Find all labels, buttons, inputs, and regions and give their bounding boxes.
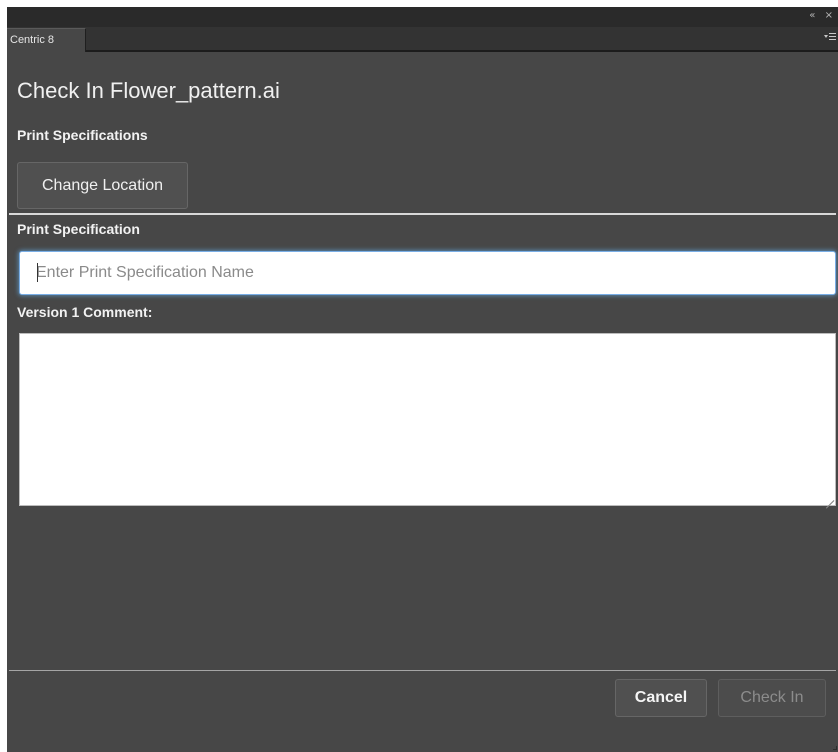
panel-flyout-menu-icon[interactable]	[824, 30, 836, 44]
chevron-down-icon	[824, 35, 828, 38]
menu-line	[829, 33, 836, 34]
panel-window-controls: « ×	[809, 10, 836, 22]
text-cursor	[37, 263, 38, 282]
cancel-button[interactable]: Cancel	[615, 679, 707, 717]
check-in-form: Check In Flower_pattern.ai Print Specifi…	[7, 52, 838, 752]
menu-line	[829, 39, 836, 40]
centric8-panel: « × Centric 8 Check In Flower_pattern.ai…	[7, 7, 838, 752]
section-divider	[9, 213, 836, 215]
change-location-button[interactable]: Change Location	[17, 162, 188, 209]
menu-line	[829, 36, 836, 37]
tab-centric8[interactable]: Centric 8	[7, 28, 86, 52]
close-icon[interactable]: ×	[825, 10, 836, 21]
section-heading-print-specifications: Print Specifications	[17, 127, 148, 143]
panel-resize-grip-icon[interactable]	[833, 746, 837, 750]
panel-tab-strip: Centric 8	[7, 27, 838, 52]
textarea-resize-handle-icon[interactable]	[824, 492, 835, 509]
collapse-icon[interactable]: «	[809, 10, 818, 21]
print-specification-name-input[interactable]	[19, 251, 836, 295]
print-specification-label: Print Specification	[17, 221, 140, 237]
panel-title-bar: « ×	[7, 7, 838, 27]
version-comment-label: Version 1 Comment:	[17, 304, 153, 320]
check-in-button[interactable]: Check In	[718, 679, 826, 717]
footer-divider	[9, 670, 836, 671]
page-title: Check In Flower_pattern.ai	[17, 78, 280, 103]
version-comment-textarea[interactable]	[19, 333, 836, 506]
